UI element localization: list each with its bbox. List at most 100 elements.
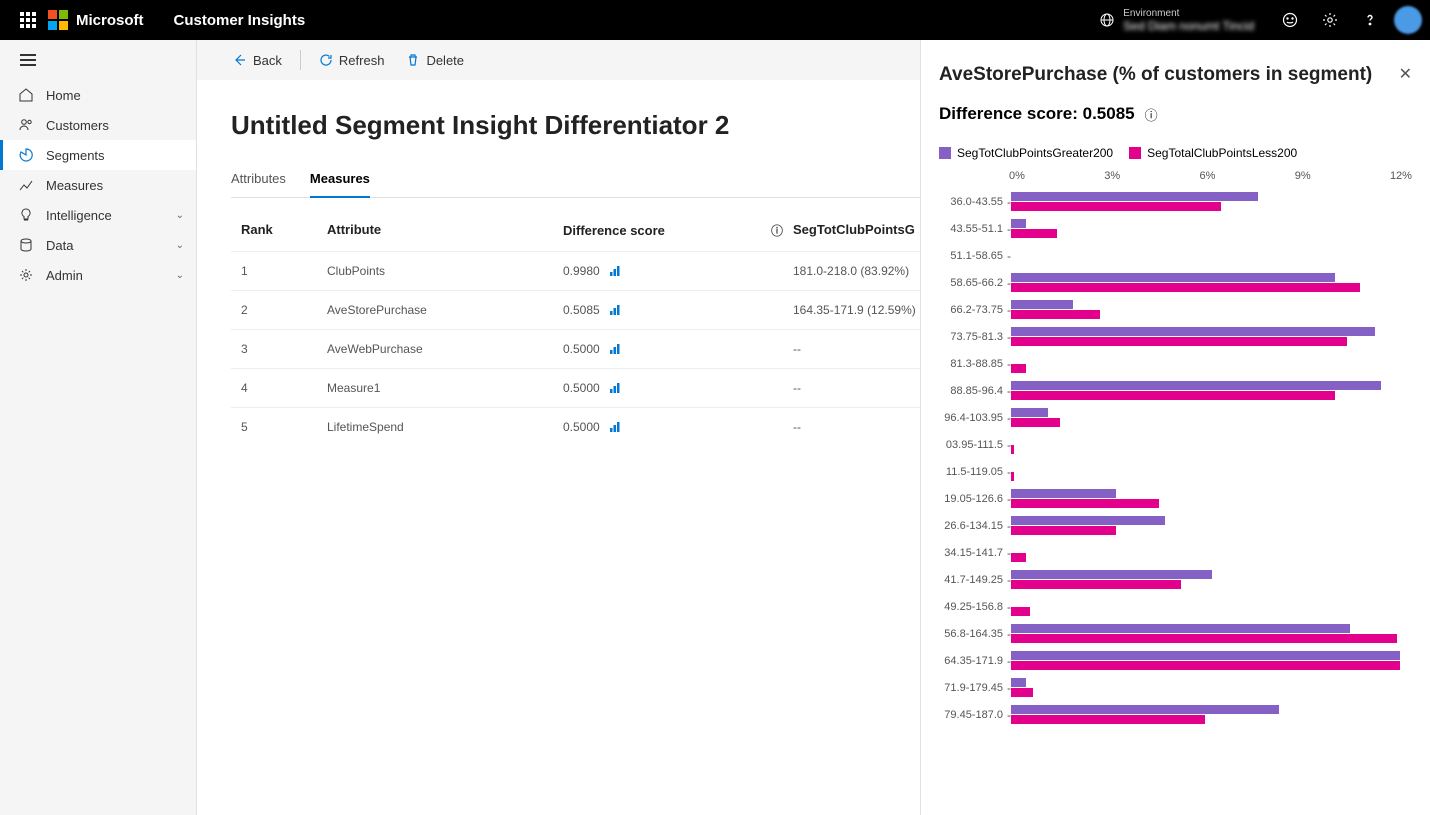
sidebar: Home Customers Segments Measures Intelli… <box>0 40 197 815</box>
chart-category-label: 03.95-111.5 <box>939 439 1007 451</box>
mini-chart-icon <box>610 422 622 432</box>
bar-series-a <box>1011 570 1212 579</box>
info-icon[interactable]: ⓘ <box>771 222 783 239</box>
customers-icon <box>18 117 34 133</box>
chart-category-label: 66.2-73.75 <box>939 304 1007 316</box>
chart-row: 66.2-73.75 - <box>939 296 1412 323</box>
chart-category-label: 79.45-187.0 <box>939 709 1007 721</box>
environment-picker[interactable]: Environment Sed Diam nonumt Tincid <box>1087 8 1266 33</box>
bar-series-b <box>1011 283 1360 292</box>
chart-bars <box>1011 488 1412 510</box>
settings-icon[interactable] <box>1314 4 1346 36</box>
chart-row: 11.5-119.05 - <box>939 458 1412 485</box>
mini-chart-icon <box>610 383 622 393</box>
sidebar-item-label: Intelligence <box>46 208 112 223</box>
cell-difference: 0.5085 <box>563 303 793 317</box>
sidebar-toggle[interactable] <box>0 40 196 80</box>
chart-row: 36.0-43.55 - <box>939 188 1412 215</box>
cell-rank: 1 <box>231 264 327 278</box>
chart-category-label: 56.8-164.35 <box>939 628 1007 640</box>
bar-series-a <box>1011 651 1400 660</box>
chart-category-label: 19.05-126.6 <box>939 493 1007 505</box>
chart-category-label: 49.25-156.8 <box>939 601 1007 613</box>
chart-bars <box>1011 596 1412 618</box>
microsoft-logo: Microsoft <box>48 10 144 30</box>
sidebar-item-intelligence[interactable]: Intelligence ⌄ <box>0 200 196 230</box>
back-label: Back <box>253 53 282 68</box>
chart-bars <box>1011 623 1412 645</box>
user-avatar[interactable] <box>1394 6 1422 34</box>
chart-category-label: 71.9-179.45 <box>939 682 1007 694</box>
segments-icon <box>18 147 34 163</box>
chart-category-label: 96.4-103.95 <box>939 412 1007 424</box>
axis-tick: 9% <box>1295 170 1311 182</box>
tab-measures[interactable]: Measures <box>310 171 370 198</box>
bar-series-b <box>1011 418 1060 427</box>
chart-category-label: 26.6-134.15 <box>939 520 1007 532</box>
refresh-button[interactable]: Refresh <box>311 49 393 72</box>
tab-attributes[interactable]: Attributes <box>231 171 286 197</box>
chart-rows: 36.0-43.55 - 43.55-51.1 - 51.1-58.65 - 5… <box>939 188 1412 728</box>
chart-row: 88.85-96.4 - <box>939 377 1412 404</box>
top-bar: Microsoft Customer Insights Environment … <box>0 0 1430 40</box>
home-icon <box>18 87 34 103</box>
product-name: Customer Insights <box>174 12 306 29</box>
sidebar-item-data[interactable]: Data ⌄ <box>0 230 196 260</box>
info-icon[interactable]: ⓘ <box>1145 105 1158 124</box>
chart-category-label: 36.0-43.55 <box>939 196 1007 208</box>
chart-row: 41.7-149.25 - <box>939 566 1412 593</box>
cell-attribute: ClubPoints <box>327 264 563 278</box>
sidebar-item-admin[interactable]: Admin ⌄ <box>0 260 196 290</box>
content-area: Back Refresh Delete Untitled Segment Ins… <box>197 40 1430 815</box>
sidebar-item-customers[interactable]: Customers <box>0 110 196 140</box>
bar-series-a <box>1011 678 1026 687</box>
chart-x-axis: 0%3%6%9%12% <box>939 170 1412 182</box>
cell-rank: 2 <box>231 303 327 317</box>
chart-bars <box>1011 299 1412 321</box>
cell-attribute: LifetimeSpend <box>327 420 563 434</box>
help-icon[interactable] <box>1354 4 1386 36</box>
data-icon <box>18 237 34 253</box>
bar-series-a <box>1011 624 1350 633</box>
chart-bars <box>1011 245 1412 267</box>
sidebar-item-measures[interactable]: Measures <box>0 170 196 200</box>
chart-bars <box>1011 380 1412 402</box>
chart-bars <box>1011 272 1412 294</box>
chart-legend: SegTotClubPointsGreater200 SegTotalClubP… <box>939 146 1412 160</box>
bar-series-a <box>1011 300 1073 309</box>
cell-rank: 4 <box>231 381 327 395</box>
bar-series-b <box>1011 445 1014 454</box>
bar-series-b <box>1011 391 1335 400</box>
close-icon[interactable]: ✕ <box>1399 64 1412 84</box>
delete-button[interactable]: Delete <box>398 49 472 72</box>
bar-series-b <box>1011 607 1030 616</box>
bar-series-b <box>1011 337 1347 346</box>
chart-row: 34.15-141.7 - <box>939 539 1412 566</box>
back-button[interactable]: Back <box>225 49 290 72</box>
difference-score: Difference score: 0.5085 ⓘ <box>939 104 1412 124</box>
delete-icon <box>406 53 420 67</box>
chart-row: 64.35-171.9 - <box>939 647 1412 674</box>
sidebar-item-segments[interactable]: Segments <box>0 140 196 170</box>
bar-series-b <box>1011 472 1014 481</box>
axis-tick: 3% <box>1104 170 1120 182</box>
sidebar-item-home[interactable]: Home <box>0 80 196 110</box>
cell-difference: 0.5000 <box>563 381 793 395</box>
environment-label: Environment <box>1123 8 1254 19</box>
feedback-icon[interactable] <box>1274 4 1306 36</box>
col-rank: Rank <box>231 222 327 239</box>
app-launcher-icon[interactable] <box>8 12 48 28</box>
back-icon <box>233 53 247 67</box>
bar-series-b <box>1011 580 1181 589</box>
bar-series-b <box>1011 310 1100 319</box>
bar-series-b <box>1011 526 1116 535</box>
chart-row: 43.55-51.1 - <box>939 215 1412 242</box>
chart-category-label: 73.75-81.3 <box>939 331 1007 343</box>
bar-series-b <box>1011 715 1205 724</box>
chart-category-label: 43.55-51.1 <box>939 223 1007 235</box>
refresh-icon <box>319 53 333 67</box>
legend-series-a: SegTotClubPointsGreater200 <box>939 146 1113 160</box>
axis-tick: 6% <box>1199 170 1215 182</box>
chart-bars <box>1011 569 1412 591</box>
chevron-down-icon: ⌄ <box>176 240 184 251</box>
